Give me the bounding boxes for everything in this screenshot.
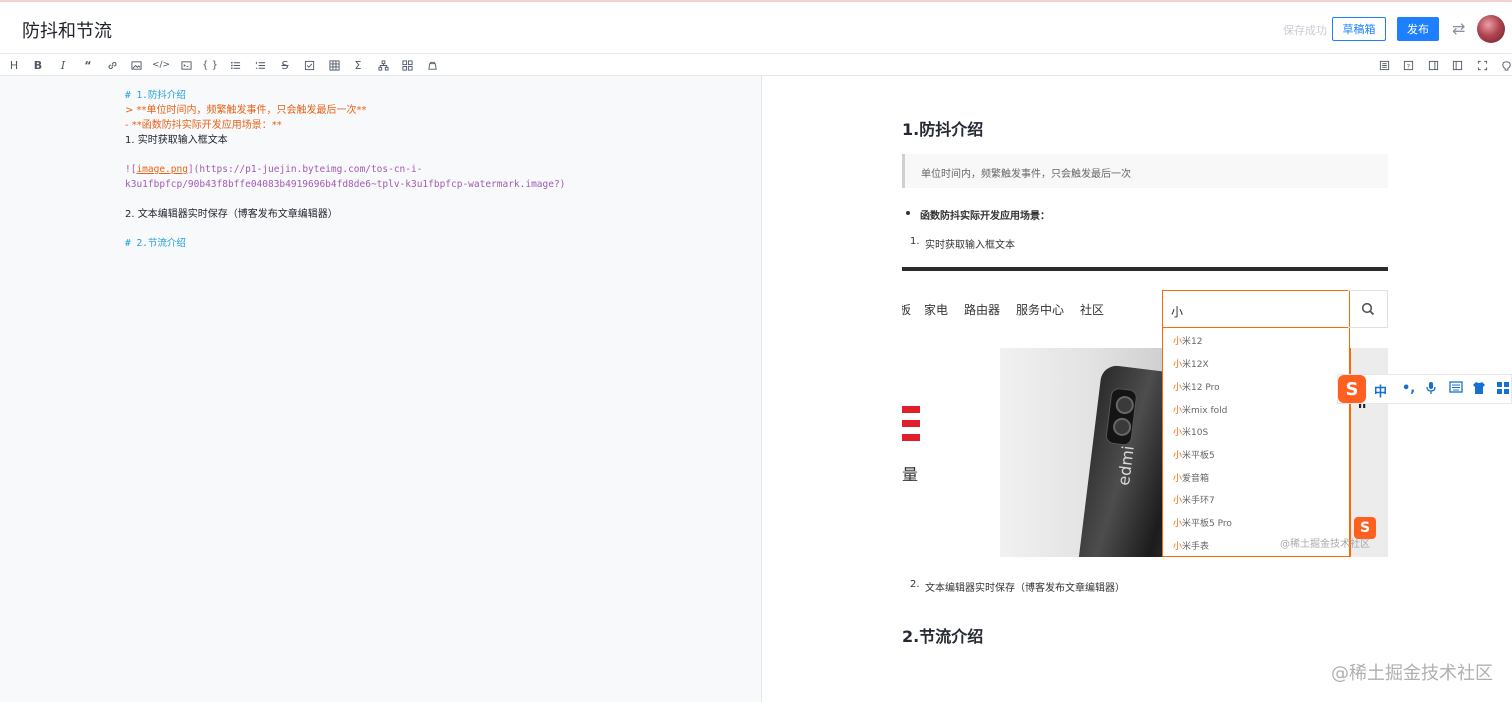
- suggestion-item: 小米12X: [1173, 360, 1209, 370]
- preview-only-icon[interactable]: [1449, 57, 1465, 73]
- diagram-icon[interactable]: [375, 57, 391, 73]
- suggestion-item: 小米12 Pro: [1173, 383, 1220, 393]
- preview-image: 板 家电 路由器 服务中心 社区 edmi 量 小 ıı 小米12 小米12X …: [902, 267, 1388, 557]
- preview-heading: 1.防抖介绍: [902, 120, 984, 139]
- link-icon[interactable]: [104, 57, 120, 73]
- markdown-toolbar: H B I “ </> { } S Σ ?: [0, 54, 1512, 76]
- editor-header: 防抖和节流 保存成功 草稿箱 发布 ⇄: [0, 0, 1512, 54]
- editor-line: 1. 实时获取输入框文本: [125, 135, 228, 146]
- banner-char: 量: [902, 465, 919, 484]
- preview-bullet: 函数防抖实际开发应用场景：: [906, 207, 1050, 222]
- suggestion-item: 小米手表: [1173, 542, 1210, 552]
- theme-icon[interactable]: [424, 57, 440, 73]
- image-md-prefix: ![: [125, 164, 137, 175]
- preview-ol-item: 文本编辑器实时保存（博客发布文章编辑器）: [925, 583, 1125, 594]
- image-nav-item: 路由器: [964, 303, 1001, 317]
- search-suggestions: 小米12 小米12X 小米12 Pro 小米mix fold 小米10S 小米平…: [1162, 328, 1350, 557]
- italic-icon[interactable]: I: [55, 57, 71, 73]
- image-nav-item: 服务中心: [1016, 303, 1065, 317]
- ol-number: 2.: [910, 579, 920, 590]
- editor-line-image: ![image.png](https://p1-juejin.byteimg.c…: [125, 162, 422, 177]
- svg-text:?: ?: [1406, 62, 1409, 70]
- mindmap-icon[interactable]: [399, 57, 415, 73]
- ime-chinese-icon[interactable]: 中: [1374, 381, 1387, 400]
- checkbox-icon[interactable]: [301, 57, 317, 73]
- formula-icon[interactable]: Σ: [350, 57, 366, 73]
- preview-blockquote: 单位时间内，频繁触发事件，只会触发最后一次: [902, 154, 1388, 188]
- image-alt-text: image.png: [136, 164, 188, 175]
- preview-ol-item: 实时获取输入框文本: [925, 240, 1015, 251]
- editor-line: k3u1fbpfcp/90b43f8bffe04083b4919696b4fd8…: [125, 179, 566, 190]
- suggestion-item: 小米12: [1173, 337, 1203, 347]
- search-text: 小: [1171, 305, 1184, 319]
- image-nav-item: 社区: [1080, 303, 1105, 317]
- ime-toolbar[interactable]: S 中 •,: [1337, 374, 1512, 404]
- editor-only-icon[interactable]: [1425, 57, 1441, 73]
- drafts-button[interactable]: 草稿箱: [1332, 17, 1386, 41]
- image-icon[interactable]: [128, 57, 144, 73]
- heading-icon[interactable]: H: [6, 57, 22, 73]
- quote-icon[interactable]: “: [80, 57, 96, 73]
- skin-icon[interactable]: [1472, 381, 1486, 399]
- editor-line: - **函数防抖实际开发应用场景：**: [125, 120, 282, 131]
- ime-punctuation-icon[interactable]: •,: [1402, 381, 1415, 396]
- toc-icon[interactable]: [1376, 57, 1392, 73]
- suggestion-item: 小爱音箱: [1173, 474, 1210, 484]
- image-watermark: @稀土掘金技术社区: [1280, 539, 1370, 550]
- braces-icon[interactable]: { }: [202, 57, 218, 73]
- toolbox-icon[interactable]: [1496, 381, 1510, 399]
- fullscreen-icon[interactable]: [1474, 57, 1490, 73]
- editor-line: # 2.节流介绍: [125, 238, 186, 249]
- suggestion-item: 小米手环7: [1173, 496, 1215, 506]
- switch-editor-icon[interactable]: ⇄: [1452, 19, 1465, 38]
- code-block-icon[interactable]: [178, 57, 194, 73]
- help-icon[interactable]: ?: [1400, 57, 1416, 73]
- image-search-box: 小: [1162, 290, 1350, 328]
- phone-brand: edmi: [1114, 444, 1138, 487]
- save-status: 保存成功: [1283, 24, 1327, 37]
- suggestion-item: 小米10S: [1173, 428, 1209, 438]
- bold-icon[interactable]: B: [30, 57, 46, 73]
- editor-line: > **单位时间内，频繁触发事件，只会触发最后一次**: [125, 105, 367, 116]
- sogou-logo-icon[interactable]: S: [1338, 375, 1366, 403]
- image-nav-item: 板: [902, 303, 912, 317]
- ol-number: 1.: [910, 236, 920, 247]
- table-icon[interactable]: [326, 57, 342, 73]
- github-icon[interactable]: [1498, 57, 1512, 73]
- search-icon: [1348, 290, 1388, 328]
- blockquote-text: 单位时间内，频繁触发事件，只会触发最后一次: [921, 169, 1131, 180]
- editor-line: 2. 文本编辑器实时保存（博客发布文章编辑器）: [125, 209, 338, 220]
- page-watermark: @稀土掘金技术社区: [1331, 663, 1493, 684]
- suggestion-item: 小米平板5: [1173, 451, 1215, 461]
- unordered-list-icon[interactable]: [227, 57, 243, 73]
- suggestion-item: 小米平板5 Pro: [1173, 519, 1232, 529]
- image-nav-item: 家电: [924, 303, 949, 317]
- article-title[interactable]: 防抖和节流: [22, 17, 112, 43]
- publish-button[interactable]: 发布: [1397, 17, 1439, 41]
- suggestion-item: 小米mix fold: [1173, 406, 1228, 416]
- code-icon[interactable]: </>: [152, 57, 170, 73]
- ordered-list-icon[interactable]: [252, 57, 268, 73]
- markdown-editor[interactable]: # 1.防抖介绍 > **单位时间内，频繁触发事件，只会触发最后一次** - *…: [0, 76, 762, 702]
- image-topbar: [902, 267, 1388, 271]
- avatar[interactable]: [1477, 15, 1505, 43]
- camera-module: [1105, 387, 1138, 447]
- keyboard-icon[interactable]: [1449, 381, 1463, 397]
- strikethrough-icon[interactable]: S: [277, 57, 293, 73]
- editor-line: # 1.防抖介绍: [125, 90, 186, 101]
- microphone-icon[interactable]: [1425, 381, 1437, 399]
- preview-heading: 2.节流介绍: [902, 627, 984, 646]
- image-url-part: ](https://p1-juejin.byteimg.com/tos-cn-i…: [187, 164, 423, 175]
- red-logo-mark: [902, 406, 920, 442]
